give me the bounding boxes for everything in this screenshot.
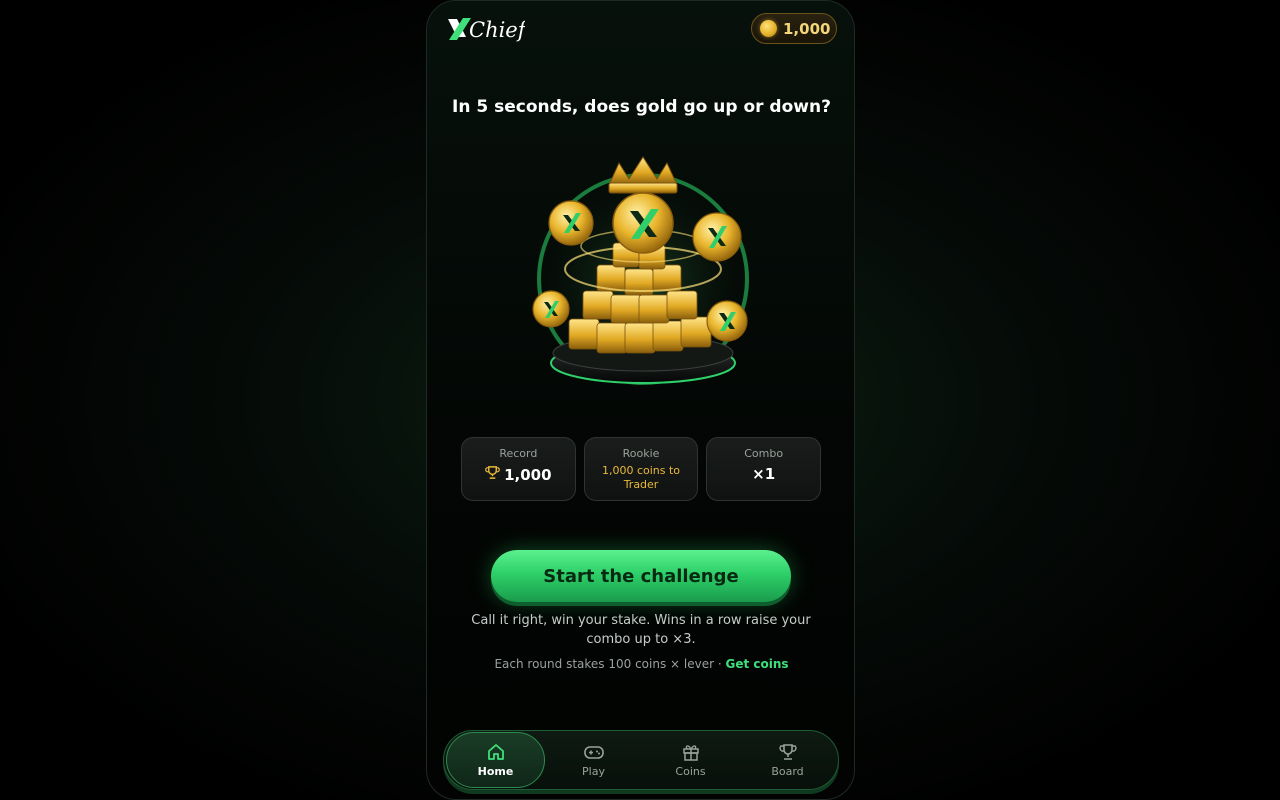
combo-label: Combo bbox=[744, 447, 784, 460]
svg-text:Chief: Chief bbox=[469, 18, 525, 42]
nav-item-board[interactable]: Board bbox=[739, 732, 836, 788]
rank-progress-note: 1,000 coins to Trader bbox=[601, 464, 681, 491]
get-coins-link[interactable]: Get coins bbox=[725, 657, 788, 671]
stake-info: Each round stakes 100 coins × lever · Ge… bbox=[427, 657, 854, 671]
record-value-row: 1,000 bbox=[485, 465, 552, 484]
combo-card: Combo ×1 bbox=[706, 437, 822, 501]
trophy-icon bbox=[485, 465, 500, 484]
start-challenge-button[interactable]: Start the challenge bbox=[491, 550, 791, 602]
stake-text: Each round stakes 100 coins × lever · bbox=[494, 657, 726, 671]
nav-item-coins[interactable]: Coins bbox=[642, 732, 739, 788]
xchief-logo: Chief bbox=[445, 13, 525, 45]
combo-value: ×1 bbox=[752, 465, 776, 483]
rank-card: Rookie 1,000 coins to Trader bbox=[583, 437, 699, 501]
coin-balance[interactable]: 1,000 bbox=[751, 13, 837, 44]
record-label: Record bbox=[499, 447, 538, 460]
phone-frame: Chief 1,000 In 5 seconds, does gold go u… bbox=[426, 0, 855, 800]
stats-row: Record 1,000 Rookie 1,000 coins to Trade… bbox=[461, 437, 822, 501]
nav-label-play: Play bbox=[582, 765, 605, 778]
gamepad-icon bbox=[583, 742, 605, 762]
gold-bars-crown-illustration bbox=[530, 151, 754, 391]
nav-item-play[interactable]: Play bbox=[545, 732, 642, 788]
rules-description: Call it right, win your stake. Wins in a… bbox=[471, 613, 811, 647]
home-icon bbox=[486, 742, 506, 762]
coin-icon bbox=[760, 20, 777, 37]
record-card: Record 1,000 bbox=[461, 437, 576, 501]
nav-label-home: Home bbox=[477, 765, 514, 778]
balance-value: 1,000 bbox=[783, 19, 831, 38]
trophy-icon bbox=[778, 742, 798, 762]
rank-label: Rookie bbox=[622, 447, 660, 460]
record-value: 1,000 bbox=[504, 465, 552, 484]
gift-icon bbox=[681, 742, 701, 762]
nav-label-board: Board bbox=[771, 765, 804, 778]
nav-label-coins: Coins bbox=[675, 765, 706, 778]
bottom-nav: Home Play Coins Board bbox=[443, 730, 839, 790]
game-question: In 5 seconds, does gold go up or down? bbox=[452, 97, 831, 117]
nav-item-home[interactable]: Home bbox=[446, 732, 545, 788]
